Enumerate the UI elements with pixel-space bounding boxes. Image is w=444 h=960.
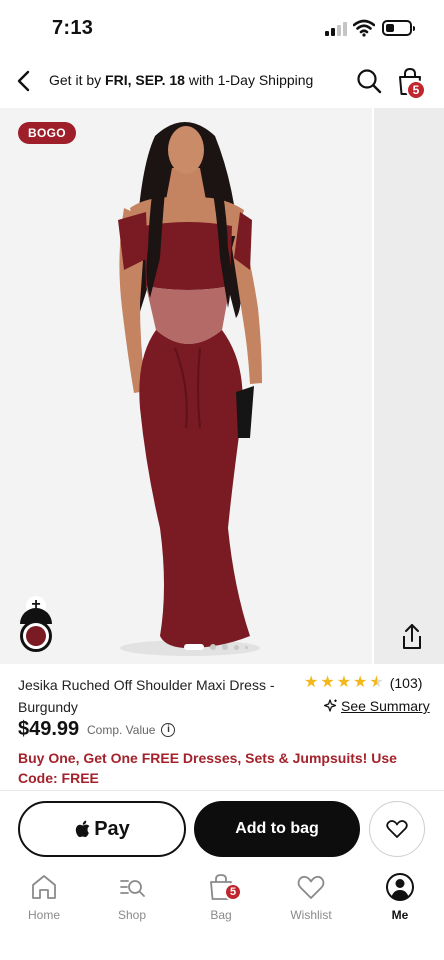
bogo-badge: BOGO: [18, 122, 76, 144]
heart-icon: [386, 820, 408, 838]
status-bar: 7:13: [0, 0, 444, 58]
see-summary-label: See Summary: [341, 698, 430, 714]
star-icon: ★: [353, 674, 368, 691]
rating-count: (103): [389, 675, 423, 691]
add-to-bag-button[interactable]: Add to bag: [194, 801, 360, 857]
star-icon: ★: [304, 674, 319, 691]
apple-logo-icon: [75, 820, 90, 838]
carousel-dot: [222, 644, 228, 650]
tab-me[interactable]: Me: [365, 872, 435, 922]
tab-me-label: Me: [391, 908, 409, 922]
tab-shop-label: Shop: [117, 908, 147, 922]
bag-tab-badge: 5: [224, 883, 242, 901]
add-to-wishlist-button[interactable]: [369, 801, 425, 857]
back-button[interactable]: [8, 66, 38, 96]
carousel-dot: [210, 644, 216, 650]
info-icon[interactable]: i: [161, 723, 176, 737]
cellular-signal-icon: [325, 22, 347, 36]
tab-shop[interactable]: Shop: [97, 872, 167, 922]
promo-text[interactable]: Buy One, Get One FREE Dresses, Sets & Ju…: [18, 748, 428, 788]
bag-count-badge: 5: [406, 80, 426, 100]
tab-bag[interactable]: Bag 5: [186, 872, 256, 922]
apple-pay-button[interactable]: Pay: [18, 801, 186, 857]
product-image: [0, 108, 372, 664]
search-icon[interactable]: [355, 67, 383, 95]
color-swatch-burgundy[interactable]: [20, 620, 52, 652]
comp-value: Comp. Value i: [87, 723, 176, 737]
star-icon: ★: [320, 674, 335, 691]
tab-home[interactable]: Home: [9, 872, 79, 922]
product-image-gallery[interactable]: BOGO +: [0, 108, 444, 664]
battery-icon: [382, 20, 415, 36]
shipping-estimate: Get it by FRI, SEP. 18 with 1-Day Shippi…: [49, 72, 313, 88]
status-time: 7:13: [52, 17, 94, 39]
shipping-suffix: with 1-Day Shipping: [184, 72, 314, 88]
shipping-date: FRI, SEP. 18: [105, 72, 185, 88]
tab-home-label: Home: [27, 908, 60, 922]
product-price: $49.99: [18, 718, 80, 740]
shop-icon: [120, 880, 145, 897]
comp-value-label: Comp. Value: [87, 723, 156, 737]
purchase-action-bar: Pay Add to bag: [0, 790, 444, 866]
carousel-pagination: [184, 644, 248, 650]
star-icon: ★: [336, 674, 352, 691]
share-icon[interactable]: [398, 622, 426, 652]
heart-icon: [297, 875, 325, 899]
sparkle-icon: [324, 699, 337, 712]
carousel-dot: [245, 645, 248, 649]
carousel-dot-active: [184, 644, 204, 650]
top-header: Get it by FRI, SEP. 18 with 1-Day Shippi…: [0, 58, 444, 108]
chevron-left-icon: [17, 70, 30, 92]
apple-pay-label: Pay: [94, 817, 130, 840]
tab-wishlist[interactable]: Wishlist: [276, 872, 346, 922]
tab-bag-label: Bag: [210, 908, 232, 922]
home-icon: [32, 875, 56, 899]
profile-icon: [386, 873, 414, 901]
tab-wishlist-label: Wishlist: [290, 908, 332, 922]
product-name: Jesika Ruched Off Shoulder Maxi Dress - …: [18, 677, 275, 715]
carousel-dot: [234, 644, 239, 650]
product-rating[interactable]: ★ ★ ★ ★ ★ (103): [304, 674, 422, 692]
bottom-tab-bar: Home Shop Bag 5 Wishlist Me: [0, 866, 444, 960]
half-star-icon: ★: [369, 674, 384, 691]
shipping-prefix: Get it by: [49, 72, 106, 88]
wifi-icon: [353, 19, 375, 37]
see-summary-link[interactable]: See Summary: [324, 698, 430, 714]
next-image-preview[interactable]: [372, 108, 444, 664]
